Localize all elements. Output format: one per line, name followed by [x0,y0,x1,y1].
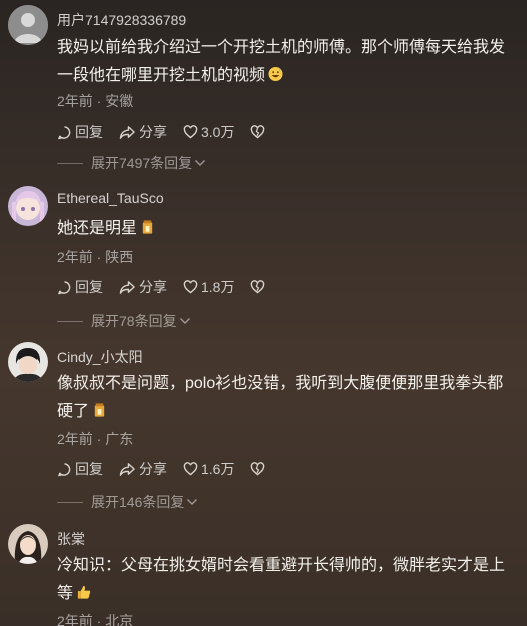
share-label: 分享 [139,124,167,140]
grinning-sweat-emoji-icon [268,66,283,82]
comment-username[interactable]: 用户7147928336789 [57,10,186,30]
like-count: 1.8万 [201,279,235,295]
like-count: 1.6万 [201,461,235,477]
comment-body: 冷知识：父母在挑女婿时会看重避开长得帅的，微胖老实才是上等 [57,557,506,602]
reply-icon [58,125,71,139]
comment-body: 她还是明星 [57,220,138,237]
share-button[interactable]: 分享 [119,277,167,297]
broken-heart-icon [251,462,265,476]
comment-time-location: 2年前 · 陕西 [57,249,134,265]
expand-replies-label: 展开146条回复 [91,494,185,510]
comment-actions: 回复 分享 3.0万 [57,122,284,142]
comment-text: 像叔叔不是问题，polo衫也没错，我听到大腹便便那里我拳头都硬了 [57,370,517,426]
avatar[interactable] [8,186,48,226]
broken-heart-icon [251,280,265,294]
like-button[interactable]: 3.0万 [183,122,234,142]
person-avatar-icon [8,524,48,564]
expand-replies[interactable]: 展开146条回复 [57,492,198,512]
heart-icon [183,125,198,139]
like-button[interactable]: 1.6万 [183,459,234,479]
person-avatar-icon [8,342,48,382]
expand-replies-label: 展开7497条回复 [91,155,193,171]
avatar[interactable] [8,342,48,382]
expand-replies-label: 展开78条回复 [91,313,177,329]
share-label: 分享 [139,279,167,295]
share-icon [119,462,135,476]
share-button[interactable]: 分享 [119,122,167,142]
comment-time-location: 2年前 · 广东 [57,431,134,447]
reply-icon [58,280,71,294]
like-button[interactable]: 1.8万 [183,277,234,297]
share-icon [119,280,135,294]
reply-icon [58,462,71,476]
comment-username[interactable]: Ethereal_TauSco [57,190,164,206]
comment-username[interactable]: 张棠 [57,529,85,549]
reply-button[interactable]: 回复 [57,459,103,479]
heart-icon [183,280,198,294]
dislike-button[interactable] [250,125,268,139]
avatar[interactable] [8,5,48,45]
tea-emoji-icon [142,220,153,234]
divider-line [57,501,83,503]
share-button[interactable]: 分享 [119,459,167,479]
chevron-down-icon [179,318,190,324]
anime-girl-avatar-icon [8,186,48,226]
default-avatar-icon [8,5,48,45]
tea-emoji-icon [94,403,105,417]
comment-text: 冷知识：父母在挑女婿时会看重避开长得帅的，微胖老实才是上等 [57,552,517,608]
dislike-button[interactable] [250,462,268,476]
comment-body: 像叔叔不是问题，polo衫也没错，我听到大腹便便那里我拳头都硬了 [57,375,504,420]
expand-replies[interactable]: 展开78条回复 [57,311,191,331]
comment-text: 她还是明星 [57,215,517,243]
reply-label: 回复 [75,279,103,295]
comment-time-location: 2年前 · 安徽 [57,93,134,109]
thumbs-up-emoji-icon [77,585,91,599]
expand-replies[interactable]: 展开7497条回复 [57,153,206,173]
comment-text: 我妈以前给我介绍过一个开挖土机的师傅。那个师傅每天给我发一段他在哪里开挖土机的视… [57,34,517,90]
comment-actions: 回复 分享 1.8万 [57,277,284,297]
avatar[interactable] [8,524,48,564]
comment-actions: 回复 分享 1.6万 [57,459,284,479]
broken-heart-icon [251,125,265,139]
comment-time-location: 2年前 · 北京 [57,613,134,626]
reply-label: 回复 [75,124,103,140]
like-count: 3.0万 [201,124,235,140]
share-label: 分享 [139,461,167,477]
reply-button[interactable]: 回复 [57,277,103,297]
divider-line [57,162,83,164]
dislike-button[interactable] [250,280,268,294]
comment-username[interactable]: Cindy_小太阳 [57,347,143,367]
reply-button[interactable]: 回复 [57,122,103,142]
share-icon [119,125,135,139]
heart-icon [183,462,198,476]
chevron-down-icon [195,160,206,166]
divider-line [57,320,83,322]
reply-label: 回复 [75,461,103,477]
chevron-down-icon [187,499,198,505]
